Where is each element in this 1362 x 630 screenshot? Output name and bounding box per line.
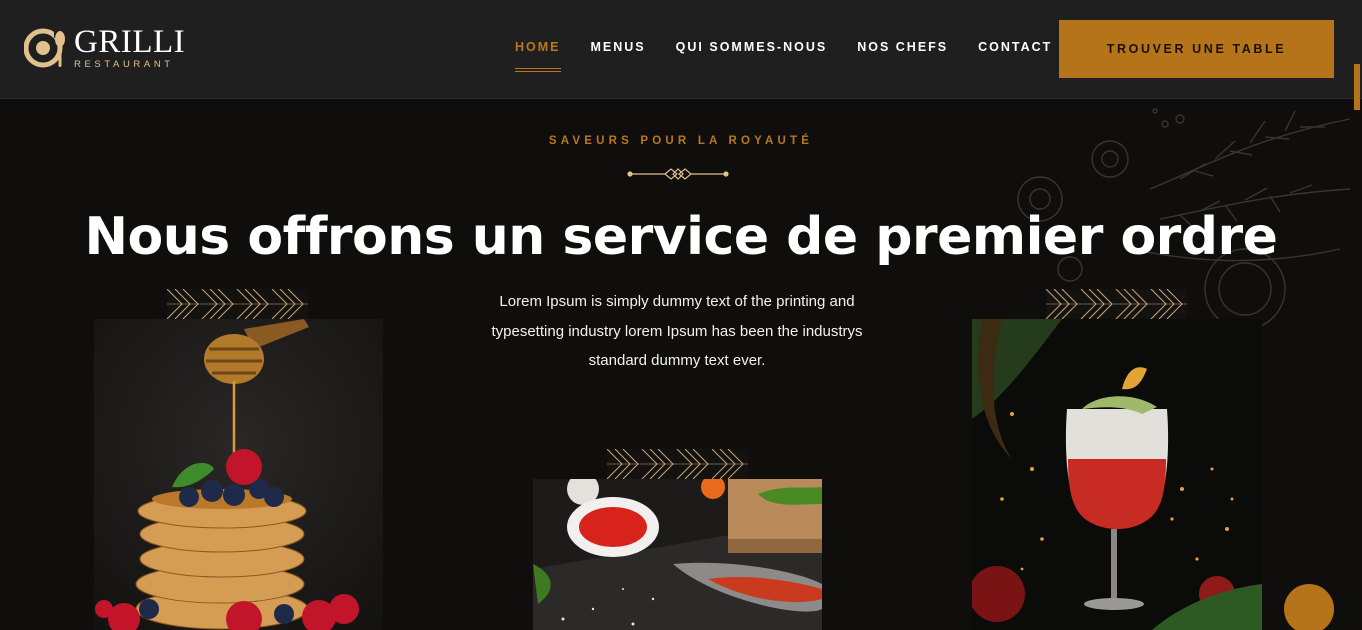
brand-name: GRILLI: [74, 24, 186, 60]
nav-home-label: HOME: [515, 40, 561, 54]
nav-menus[interactable]: MENUS: [591, 40, 646, 54]
main-nav: HOME MENUS QUI SOMMES-NOUS NOS CHEFS CON…: [515, 40, 1082, 72]
hero-headline: Nous offrons un service de premier ordre: [84, 207, 1278, 267]
logo-icon: [24, 28, 66, 68]
nav-contact[interactable]: CONTACT: [978, 40, 1052, 54]
find-table-button[interactable]: TROUVER UNE TABLE: [1059, 20, 1334, 78]
pattern-ornament: [607, 449, 748, 479]
divider-ornament: [627, 168, 729, 180]
nav-about[interactable]: QUI SOMMES-NOUS: [676, 40, 828, 54]
sauce-photo: [533, 479, 822, 630]
back-to-top-button[interactable]: [1284, 584, 1334, 630]
hero-lead: Lorem Ipsum is simply dummy text of the …: [491, 293, 863, 369]
brand-logo[interactable]: GRILLI RESTAURANT: [24, 26, 185, 74]
pancake-photo: [94, 319, 383, 630]
pattern-ornament: [167, 289, 308, 319]
pattern-ornament: [1046, 289, 1187, 319]
nav-home[interactable]: HOME: [515, 40, 561, 72]
active-underline: [515, 68, 561, 72]
nav-chefs[interactable]: NOS CHEFS: [857, 40, 948, 54]
cocktail-photo: [972, 319, 1262, 630]
site-header: GRILLI RESTAURANT HOME MENUS QUI SOMMES-…: [0, 0, 1362, 99]
section-kicker: SAVEURS POUR LA ROYAUTÉ: [548, 135, 814, 147]
brand-tagline: RESTAURANT: [74, 59, 174, 70]
